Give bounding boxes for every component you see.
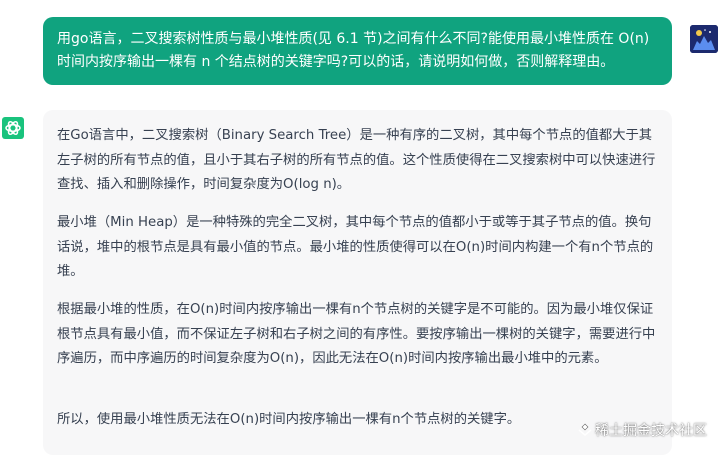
reply-paragraph-1: 在Go语言中，二叉搜索树（Binary Search Tree）是一种有序的二叉…	[57, 128, 656, 192]
user-message-bubble: 用go语言，二叉搜索树性质与最小堆性质(见 6.1 节)之间有什么不同?能使用最…	[43, 17, 672, 85]
user-avatar-icon	[690, 25, 718, 53]
juejin-logo-icon	[578, 423, 592, 437]
reply-paragraph-3: 根据最小堆的性质，在O(n)时间内按序输出一棵有n个节点树的关键字是不可能的。因…	[57, 302, 656, 366]
user-message-line-2: 时间内按序输出一棵有 n 个结点树的关键字吗?可以的话，请说明如何做，否则解释理…	[57, 54, 615, 70]
watermark-text: 稀土掘金技术社区	[595, 423, 707, 439]
openai-logo-icon	[2, 117, 24, 139]
user-message-line-1: 用go语言，二叉搜索树性质与最小堆性质(见 6.1 节)之间有什么不同?能使用最…	[57, 31, 650, 47]
assistant-reply-card: 在Go语言中，二叉搜索树（Binary Search Tree）是一种有序的二叉…	[43, 110, 672, 455]
reply-paragraph-2: 最小堆（Min Heap）是一种特殊的完全二叉树，其中每个节点的值都小于或等于其…	[57, 215, 654, 279]
reply-paragraph-4: 所以，使用最小堆性质无法在O(n)时间内按序输出一棵有n个节点树的关键字。	[57, 412, 521, 427]
watermark: 稀土掘金技术社区	[578, 420, 707, 440]
